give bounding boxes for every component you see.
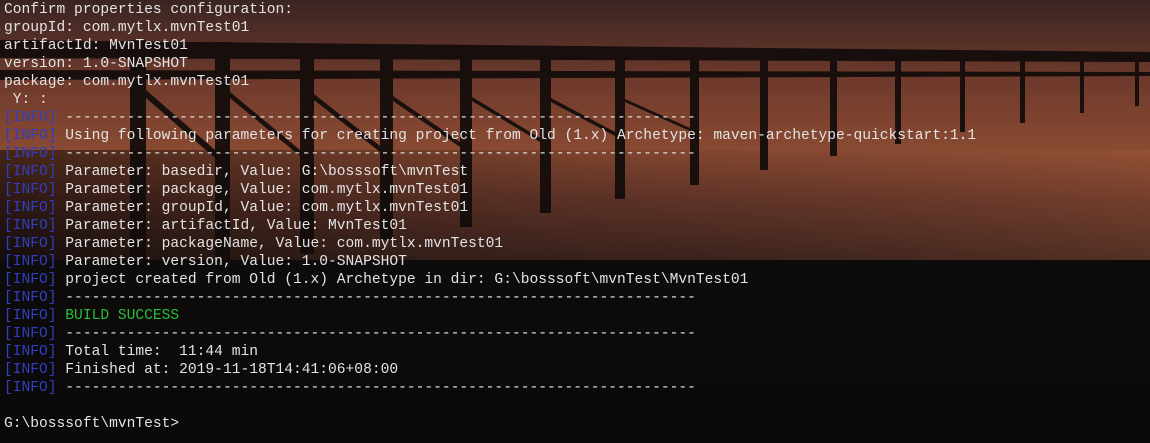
- terminal-line-text: ----------------------------------------…: [56, 380, 696, 396]
- terminal-line: groupId: com.mytlx.mvnTest01: [4, 19, 1146, 37]
- terminal-line: [INFO] ---------------------------------…: [4, 145, 1146, 163]
- terminal-line: artifactId: MvnTest01: [4, 37, 1146, 55]
- terminal-line: [INFO] ---------------------------------…: [4, 109, 1146, 127]
- terminal-line-text: ----------------------------------------…: [56, 146, 696, 162]
- terminal-line-text: Y: :: [4, 92, 48, 108]
- command-prompt[interactable]: G:\bosssoft\mvnTest>: [4, 415, 1146, 433]
- terminal-line: [INFO] Finished at: 2019-11-18T14:41:06+…: [4, 361, 1146, 379]
- log-level-tag: [INFO]: [4, 182, 57, 198]
- build-success-text: BUILD SUCCESS: [56, 308, 180, 324]
- terminal-line-text: project created from Old (1.x) Archetype…: [56, 272, 749, 288]
- log-level-tag: [INFO]: [4, 344, 57, 360]
- terminal-line: package: com.mytlx.mvnTest01: [4, 73, 1146, 91]
- log-level-tag: [INFO]: [4, 290, 57, 306]
- terminal-line-text: Parameter: package, Value: com.mytlx.mvn…: [56, 182, 469, 198]
- terminal-line-text: Parameter: artifactId, Value: MvnTest01: [56, 218, 407, 234]
- log-level-tag: [INFO]: [4, 362, 57, 378]
- terminal-line-text: Finished at: 2019-11-18T14:41:06+08:00: [56, 362, 399, 378]
- terminal-line-text: Parameter: basedir, Value: G:\bosssoft\m…: [56, 164, 469, 180]
- terminal-line: [INFO] Parameter: version, Value: 1.0-SN…: [4, 253, 1146, 271]
- terminal-line: [INFO] Total time: 11:44 min: [4, 343, 1146, 361]
- terminal-line: [INFO] Parameter: packageName, Value: co…: [4, 235, 1146, 253]
- terminal-line-text: Parameter: packageName, Value: com.mytlx…: [56, 236, 504, 252]
- terminal-output: Confirm properties configuration: groupId…: [4, 1, 1146, 433]
- terminal-line: [INFO] Using following parameters for cr…: [4, 127, 1146, 145]
- log-level-tag: [INFO]: [4, 272, 57, 288]
- terminal-line-text: package: com.mytlx.mvnTest01: [4, 74, 250, 90]
- log-level-tag: [INFO]: [4, 380, 57, 396]
- terminal-line: [INFO] ---------------------------------…: [4, 325, 1146, 343]
- terminal-line-text: ----------------------------------------…: [56, 326, 696, 342]
- terminal-line: [INFO] Parameter: artifactId, Value: Mvn…: [4, 217, 1146, 235]
- log-level-tag: [INFO]: [4, 110, 57, 126]
- terminal-line-text: Parameter: groupId, Value: com.mytlx.mvn…: [56, 200, 469, 216]
- terminal-line-text: G:\bosssoft\mvnTest>: [4, 416, 180, 432]
- terminal-line-text: version: 1.0-SNAPSHOT: [4, 56, 188, 72]
- terminal-line-text: ----------------------------------------…: [56, 290, 696, 306]
- terminal-line-text: Total time: 11:44 min: [56, 344, 258, 360]
- build-success-line: [INFO] BUILD SUCCESS: [4, 307, 1146, 325]
- log-level-tag: [INFO]: [4, 164, 57, 180]
- terminal-line-text: groupId: com.mytlx.mvnTest01: [4, 20, 250, 36]
- terminal-line: Y: :: [4, 91, 1146, 109]
- terminal-line: [INFO] Parameter: groupId, Value: com.my…: [4, 199, 1146, 217]
- terminal-line: [INFO] project created from Old (1.x) Ar…: [4, 271, 1146, 289]
- terminal-line-text: artifactId: MvnTest01: [4, 38, 188, 54]
- terminal-line-text: Confirm properties configuration:: [4, 2, 294, 18]
- terminal-line: [INFO] Parameter: basedir, Value: G:\bos…: [4, 163, 1146, 181]
- log-level-tag: [INFO]: [4, 254, 57, 270]
- log-level-tag: [INFO]: [4, 236, 57, 252]
- terminal-line: version: 1.0-SNAPSHOT: [4, 55, 1146, 73]
- terminal-line-text: ----------------------------------------…: [56, 110, 696, 126]
- log-level-tag: [INFO]: [4, 308, 57, 324]
- terminal-line: [INFO] ---------------------------------…: [4, 289, 1146, 307]
- terminal-line-text: Using following parameters for creating …: [56, 128, 977, 144]
- terminal-line: Confirm properties configuration:: [4, 1, 1146, 19]
- log-level-tag: [INFO]: [4, 146, 57, 162]
- terminal-line: [INFO] Parameter: package, Value: com.my…: [4, 181, 1146, 199]
- terminal-line: [INFO] ---------------------------------…: [4, 379, 1146, 397]
- terminal-line-text: Parameter: version, Value: 1.0-SNAPSHOT: [56, 254, 407, 270]
- log-level-tag: [INFO]: [4, 326, 57, 342]
- log-level-tag: [INFO]: [4, 200, 57, 216]
- log-level-tag: [INFO]: [4, 128, 57, 144]
- log-level-tag: [INFO]: [4, 218, 57, 234]
